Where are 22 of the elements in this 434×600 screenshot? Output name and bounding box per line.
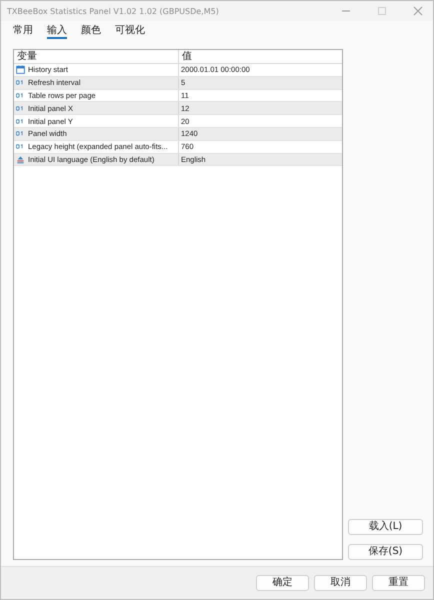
dialog-button[interactable]: 取消 <box>314 575 367 591</box>
dialog-button[interactable]: 确定 <box>256 575 309 591</box>
side-button[interactable]: 保存(S) <box>348 544 423 560</box>
integer-icon <box>16 104 25 113</box>
tab[interactable]: 输入 <box>47 25 67 39</box>
tab[interactable]: 可视化 <box>115 25 145 39</box>
column-header[interactable]: 值 <box>179 50 342 63</box>
dialog-button[interactable]: 重置 <box>372 575 425 591</box>
window-title: TXBeeBox Statistics Panel V1.02 1.02 (GBPUSDe,M5) <box>7 6 219 16</box>
tab[interactable]: 颜色 <box>81 25 101 39</box>
integer-icon <box>16 90 25 100</box>
integer-icon <box>16 129 25 138</box>
maximize-icon[interactable] <box>377 6 387 16</box>
integer-icon <box>16 116 25 126</box>
calendar-icon <box>16 65 25 74</box>
column-header[interactable]: 变量 <box>14 50 179 63</box>
list-icon <box>16 154 25 164</box>
tab[interactable]: 常用 <box>13 25 33 39</box>
integer-icon <box>16 78 25 88</box>
integer-icon <box>16 142 25 152</box>
close-icon[interactable] <box>413 6 423 16</box>
side-button[interactable]: 载入(L) <box>348 519 423 535</box>
